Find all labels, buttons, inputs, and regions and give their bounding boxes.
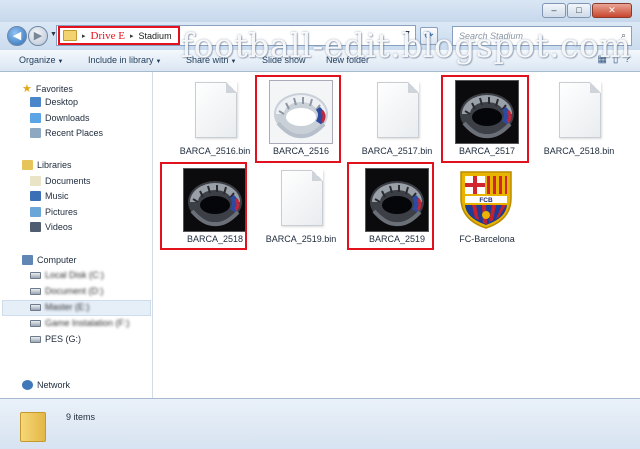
help-icon[interactable]: ? bbox=[624, 54, 630, 65]
include-in-library-button[interactable]: Include in library ▼ bbox=[88, 55, 161, 65]
drive-icon bbox=[30, 287, 41, 295]
videos-icon bbox=[30, 222, 41, 232]
desktop-icon bbox=[30, 97, 41, 107]
breadcrumb-separator-icon[interactable]: ▸ bbox=[82, 32, 86, 40]
star-icon: ★ bbox=[22, 83, 32, 95]
libraries-icon bbox=[22, 160, 33, 170]
breadcrumb-separator-icon[interactable]: ▸ bbox=[130, 32, 134, 40]
search-icon[interactable]: ⌕ bbox=[621, 30, 626, 41]
nav-favorites[interactable]: ★ Favorites bbox=[22, 82, 73, 95]
nav-drive-d[interactable]: Document (D:) bbox=[30, 286, 104, 296]
address-toolbar: ◀ ▶ ▼ ▸ Drive E ▸ Stadium ▼ ⟳ Search Sta… bbox=[0, 22, 640, 50]
nav-drive-e[interactable]: Master (E:) bbox=[30, 302, 90, 312]
command-bar: Organize ▼ Include in library ▼ Share with… bbox=[0, 50, 640, 72]
slide-show-button[interactable]: Slide show bbox=[262, 55, 306, 65]
nav-drive-f[interactable]: Game Instalation (F:) bbox=[30, 318, 130, 328]
file-item[interactable]: BARCA_2516.bin bbox=[168, 74, 262, 160]
highlight-box bbox=[160, 162, 247, 250]
address-bar[interactable]: ▸ Drive E ▸ Stadium ▼ bbox=[56, 25, 416, 46]
documents-icon bbox=[30, 176, 41, 186]
address-dropdown-icon[interactable]: ▼ bbox=[404, 30, 411, 37]
file-name: BARCA_2516.bin bbox=[179, 146, 251, 156]
nav-music[interactable]: Music bbox=[30, 191, 69, 201]
chevron-down-icon: ▼ bbox=[155, 59, 162, 65]
nav-computer[interactable]: Computer bbox=[22, 255, 77, 265]
network-icon bbox=[22, 380, 33, 390]
file-item[interactable]: FCB FC-Barcelona bbox=[440, 162, 534, 248]
title-bar: – □ ✕ bbox=[0, 0, 640, 22]
search-input[interactable]: Search Stadium ⌕ bbox=[452, 26, 632, 46]
chevron-down-icon: ▼ bbox=[230, 59, 237, 65]
search-placeholder: Search Stadium bbox=[459, 31, 524, 41]
maximize-button[interactable]: □ bbox=[567, 3, 591, 18]
breadcrumb-drive-e[interactable]: Drive E bbox=[91, 30, 126, 42]
nav-pictures[interactable]: Pictures bbox=[30, 207, 78, 217]
downloads-icon bbox=[30, 113, 41, 123]
file-item[interactable]: BARCA_2518.bin bbox=[532, 74, 626, 160]
share-with-button[interactable]: Share with ▼ bbox=[186, 55, 236, 65]
blank-file-icon bbox=[183, 80, 247, 144]
file-name: BARCA_2518.bin bbox=[543, 146, 615, 156]
pictures-icon bbox=[30, 207, 41, 217]
file-item[interactable]: BARCA_2517.bin bbox=[350, 74, 444, 160]
file-item[interactable]: BARCA_2519.bin bbox=[254, 162, 348, 248]
computer-icon bbox=[22, 255, 33, 265]
minimize-button[interactable]: – bbox=[542, 3, 566, 18]
back-button[interactable]: ◀ bbox=[7, 26, 27, 46]
nav-libraries[interactable]: Libraries bbox=[22, 160, 72, 170]
nav-videos[interactable]: Videos bbox=[30, 222, 72, 232]
nav-network[interactable]: Network bbox=[22, 380, 70, 390]
refresh-button[interactable]: ⟳ bbox=[420, 27, 438, 45]
music-icon bbox=[30, 191, 41, 201]
blank-file-icon bbox=[365, 80, 429, 144]
details-pane: 9 items bbox=[0, 398, 640, 449]
file-name: FC-Barcelona bbox=[459, 234, 515, 244]
svg-text:FCB: FCB bbox=[479, 197, 493, 204]
item-count: 9 items bbox=[66, 412, 96, 422]
drive-icon bbox=[30, 271, 41, 279]
breadcrumb-stadium[interactable]: Stadium bbox=[139, 31, 172, 41]
new-folder-button[interactable]: New folder bbox=[326, 55, 369, 65]
forward-button[interactable]: ▶ bbox=[28, 26, 48, 46]
chevron-down-icon: ▼ bbox=[57, 59, 64, 65]
drive-icon bbox=[30, 335, 41, 343]
organize-button[interactable]: Organize ▼ bbox=[19, 55, 63, 65]
breadcrumb: ▸ Drive E ▸ Stadium bbox=[58, 26, 180, 45]
folder-icon bbox=[63, 30, 77, 41]
fc-barcelona-crest-icon: FCB bbox=[455, 168, 519, 232]
nav-desktop[interactable]: Desktop bbox=[30, 97, 78, 107]
blank-file-icon bbox=[547, 80, 611, 144]
nav-drive-c[interactable]: Local Disk (C:) bbox=[30, 270, 104, 280]
file-name: BARCA_2519.bin bbox=[265, 234, 337, 244]
explorer-window: – □ ✕ ◀ ▶ ▼ ▸ Drive E ▸ Stadium ▼ ⟳ Sear… bbox=[0, 0, 640, 449]
view-options-icon[interactable]: ▦ bbox=[597, 54, 606, 65]
close-button[interactable]: ✕ bbox=[592, 3, 632, 18]
nav-drive-g[interactable]: PES (G:) bbox=[30, 334, 81, 344]
file-name: BARCA_2517.bin bbox=[361, 146, 433, 156]
highlight-box bbox=[441, 75, 529, 163]
folder-icon bbox=[20, 412, 46, 442]
nav-recent-places[interactable]: Recent Places bbox=[30, 128, 103, 138]
file-list: BARCA_2516.bin BARCA_2516 BARCA_2517.bin … bbox=[154, 72, 640, 398]
navigation-pane: ★ Favorites Desktop Downloads Recent Plac… bbox=[0, 72, 153, 398]
recent-places-icon bbox=[30, 128, 41, 138]
preview-pane-icon[interactable]: ▯ bbox=[613, 54, 619, 65]
nav-downloads[interactable]: Downloads bbox=[30, 113, 90, 123]
drive-icon bbox=[30, 319, 41, 327]
highlight-box bbox=[255, 75, 341, 163]
blank-file-icon bbox=[269, 168, 333, 232]
highlight-box bbox=[347, 162, 434, 250]
drive-icon bbox=[30, 303, 41, 311]
nav-documents[interactable]: Documents bbox=[30, 176, 91, 186]
